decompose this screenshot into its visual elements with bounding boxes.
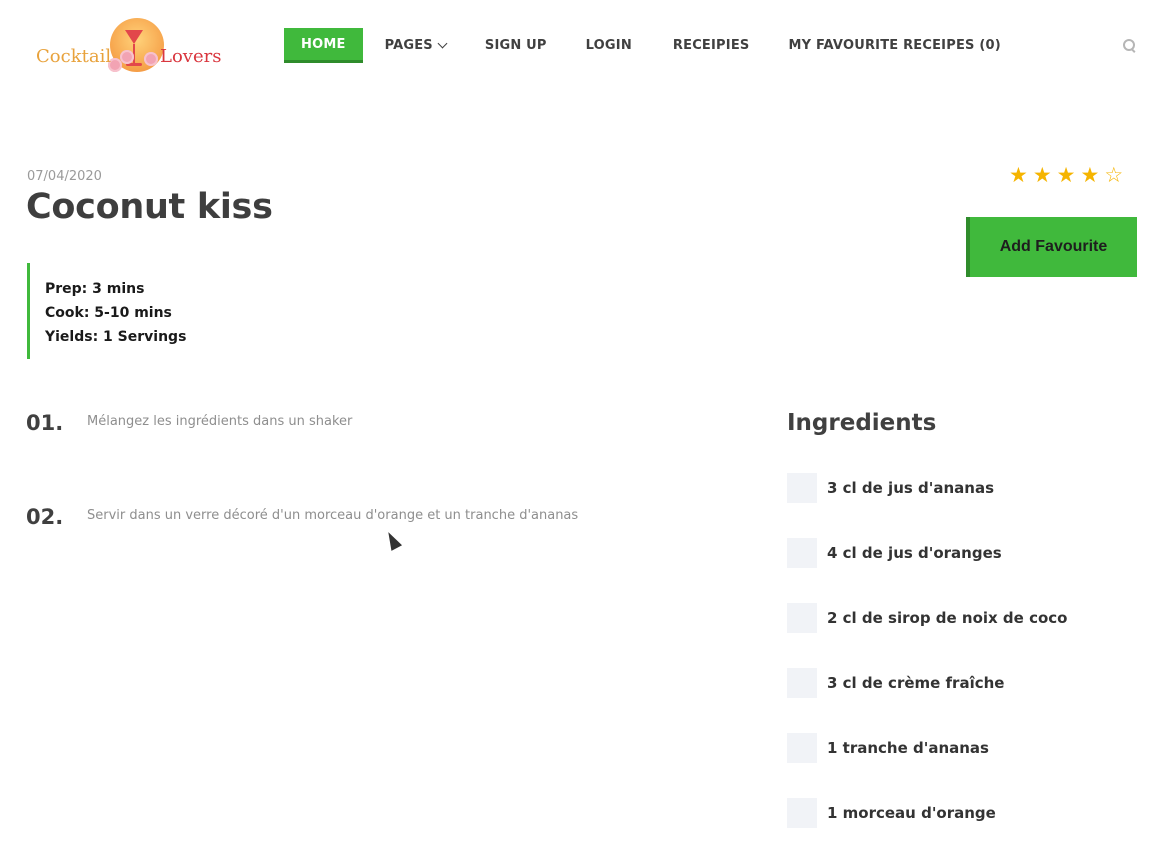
logo-flower-icon [120, 50, 134, 64]
logo-word-cocktail: Cocktail [36, 46, 112, 67]
recipe-step: 02. Servir dans un verre décoré d'un mor… [26, 505, 578, 529]
ingredient-checkbox[interactable] [787, 538, 817, 568]
chevron-down-icon [437, 38, 448, 49]
ingredient-checkbox[interactable] [787, 603, 817, 633]
site-header: Cocktail Lovers HOME PAGES SIGN UP LOGIN… [0, 0, 1173, 95]
recipe-title: Coconut kiss [26, 187, 273, 227]
add-favourite-button[interactable]: Add Favourite [966, 217, 1137, 277]
logo-flower-icon [144, 52, 158, 66]
ingredient-item[interactable]: 1 tranche d'ananas [787, 733, 1067, 763]
star-empty-icon[interactable]: ☆ [1104, 165, 1123, 186]
nav-item-my-favourites[interactable]: MY FAVOURITE RECEIPES (0) [788, 28, 1000, 63]
ingredient-label: 1 tranche d'ananas [827, 739, 989, 757]
logo-word-lovers: Lovers [160, 46, 222, 67]
nav-item-label: PAGES [384, 38, 433, 53]
recipe-date: 07/04/2020 [27, 169, 102, 184]
ingredient-label: 1 morceau d'orange [827, 804, 996, 822]
star-filled-icon[interactable]: ★ [1057, 165, 1076, 186]
ingredient-item[interactable]: 2 cl de sirop de noix de coco [787, 603, 1067, 633]
ingredient-checkbox[interactable] [787, 733, 817, 763]
ingredient-item[interactable]: 1 morceau d'orange [787, 798, 1067, 828]
prep-time: Prep: 3 mins [45, 281, 145, 297]
ingredient-item[interactable]: 3 cl de jus d'ananas [787, 473, 1067, 503]
ingredient-label: 4 cl de jus d'oranges [827, 544, 1002, 562]
ingredient-checkbox[interactable] [787, 798, 817, 828]
main-nav: HOME PAGES SIGN UP LOGIN RECEIPIES MY FA… [284, 28, 1001, 63]
ingredient-label: 2 cl de sirop de noix de coco [827, 609, 1068, 627]
logo-cocktail-glass [125, 30, 143, 44]
nav-item-receipies[interactable]: RECEIPIES [673, 28, 750, 63]
rating-stars[interactable]: ★ ★ ★ ★ ☆ [1009, 165, 1123, 186]
search-icon[interactable] [1123, 39, 1136, 52]
ingredient-checkbox[interactable] [787, 473, 817, 503]
nav-item-sign-up[interactable]: SIGN UP [485, 28, 547, 63]
step-text: Servir dans un verre décoré d'un morceau… [87, 508, 579, 523]
ingredient-label: 3 cl de crème fraîche [827, 674, 1005, 692]
mouse-cursor-icon [383, 529, 403, 551]
ingredient-item[interactable]: 4 cl de jus d'oranges [787, 538, 1067, 568]
nav-item-pages[interactable]: PAGES [384, 28, 448, 63]
ingredient-item[interactable]: 3 cl de crème fraîche [787, 668, 1067, 698]
nav-item-home[interactable]: HOME [284, 28, 363, 63]
recipe-meta: Prep: 3 mins Cook: 5-10 mins Yields: 1 S… [27, 263, 186, 359]
step-text: Mélangez les ingrédients dans un shaker [87, 414, 353, 429]
recipe-step: 01. Mélangez les ingrédients dans un sha… [26, 411, 352, 435]
ingredients-list: 3 cl de jus d'ananas 4 cl de jus d'orang… [787, 473, 1067, 847]
step-number: 01. [26, 411, 64, 435]
star-filled-icon[interactable]: ★ [1033, 165, 1052, 186]
cook-time: Cook: 5-10 mins [45, 305, 172, 321]
step-number: 02. [26, 505, 64, 529]
ingredients-heading: Ingredients [787, 410, 937, 436]
site-logo[interactable]: Cocktail Lovers [36, 16, 226, 78]
ingredient-checkbox[interactable] [787, 668, 817, 698]
nav-item-login[interactable]: LOGIN [586, 28, 632, 63]
star-filled-icon[interactable]: ★ [1009, 165, 1028, 186]
yields: Yields: 1 Servings [45, 329, 187, 345]
ingredient-label: 3 cl de jus d'ananas [827, 479, 994, 497]
star-filled-icon[interactable]: ★ [1080, 165, 1099, 186]
